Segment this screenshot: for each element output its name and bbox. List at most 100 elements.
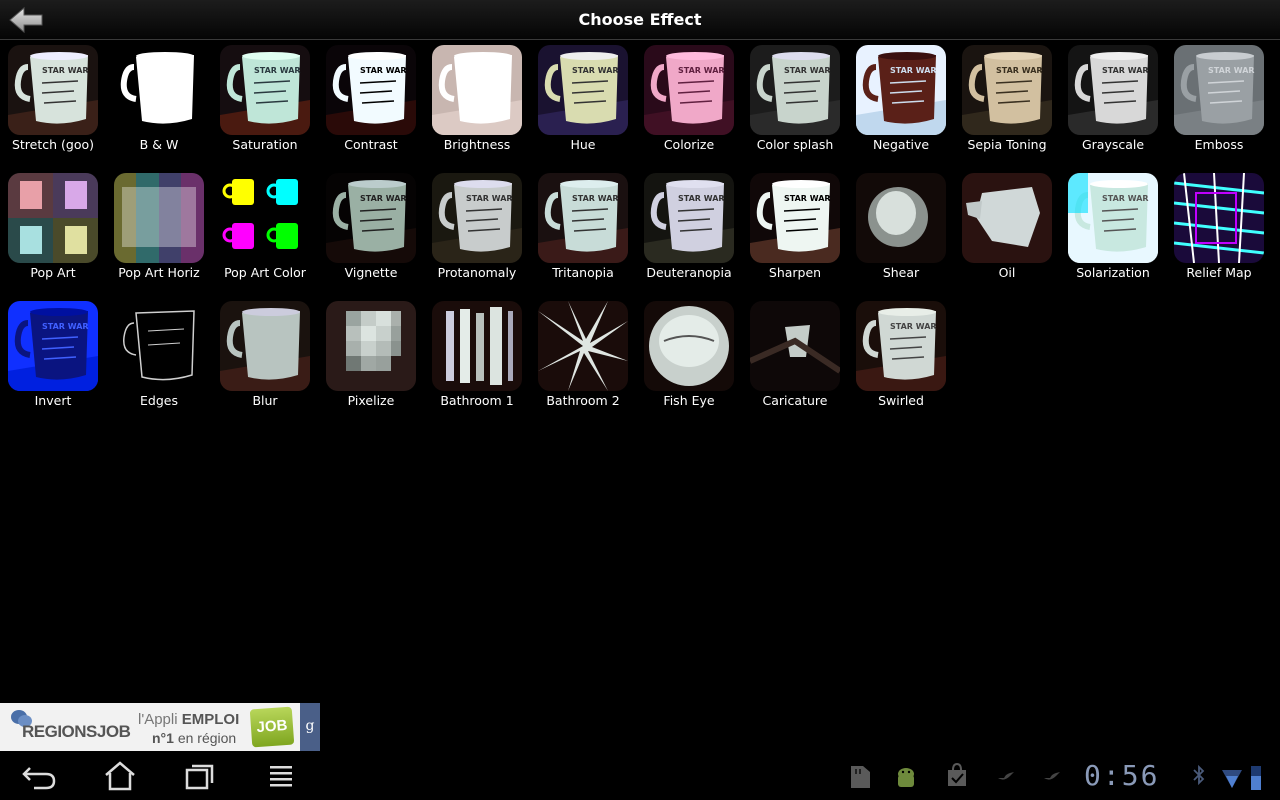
effect-thumbnail: STAR WAR [750,173,840,263]
nav-menu-button[interactable] [262,760,302,792]
effect-label: Emboss [1194,137,1244,152]
svg-text:STAR WAR: STAR WAR [1102,194,1149,203]
effect-tile[interactable]: STAR WAR Vignette [326,173,416,280]
ad-job-badge: JOB [249,706,295,748]
effect-tile[interactable]: STAR WAR Color splash [750,45,840,152]
effect-label: Relief Map [1186,265,1252,280]
effect-thumbnail [644,301,734,391]
effect-thumbnail [114,173,204,263]
effect-tile[interactable]: Edges [114,301,204,408]
effect-thumbnail: STAR WAR [432,173,522,263]
effect-tile[interactable]: STAR WAR Invert [8,301,98,408]
effect-thumbnail [538,301,628,391]
effect-tile[interactable]: STAR WAR Swirled [856,301,946,408]
effect-tile[interactable]: STAR WAR Solarization [1068,173,1158,280]
effect-tile[interactable]: Pop Art Color [220,173,310,280]
page-title: Choose Effect [578,10,702,29]
effect-tile[interactable]: Relief Map [1174,173,1264,280]
svg-text:STAR WAR: STAR WAR [572,194,619,203]
svg-text:STAR WAR: STAR WAR [360,194,407,203]
effect-thumbnail [114,45,204,135]
ad-banner[interactable]: REGIONSJOB l'Appli EMPLOI n°1 en région … [0,703,320,751]
home-icon [105,761,135,791]
effect-thumbnail [432,301,522,391]
effect-thumbnail: STAR WAR [750,45,840,135]
effect-thumbnail [8,173,98,263]
effect-thumbnail: STAR WAR [644,173,734,263]
effect-tile[interactable]: Brightness [432,45,522,152]
svg-text:STAR WAR: STAR WAR [466,194,513,203]
twitter-icon [1044,772,1060,780]
effect-thumbnail: STAR WAR [326,45,416,135]
effect-tile[interactable]: STAR WAR Hue [538,45,628,152]
effect-tile[interactable]: B & W [114,45,204,152]
shopping-bag-icon [948,762,966,786]
svg-text:STAR WAR: STAR WAR [784,66,831,75]
bluetooth-icon [1193,764,1205,786]
effect-tile[interactable]: STAR WAR Grayscale [1068,45,1158,152]
effect-tile[interactable]: Pop Art Horiz [114,173,204,280]
effect-tile[interactable]: Fish Eye [644,301,734,408]
effect-tile[interactable]: STAR WAR Sepia Toning [962,45,1052,152]
ad-headline: l'Appli EMPLOI [138,711,240,728]
svg-text:STAR WAR: STAR WAR [890,322,937,331]
effect-tile[interactable]: Blur [220,301,310,408]
effect-tile[interactable]: STAR WAR Sharpen [750,173,840,280]
effect-tile[interactable]: STAR WAR Negative [856,45,946,152]
effect-thumbnail: STAR WAR [8,45,98,135]
effect-tile[interactable]: Oil [962,173,1052,280]
wifi-icon [1222,770,1242,788]
nav-back-button[interactable] [20,760,60,792]
svg-text:STAR WAR: STAR WAR [1208,66,1255,75]
effect-thumbnail [220,301,310,391]
ad-g-tab[interactable]: g [300,703,320,751]
effect-thumbnail: STAR WAR [538,173,628,263]
effect-tile[interactable]: STAR WAR Emboss [1174,45,1264,152]
effect-tile[interactable]: Bathroom 2 [538,301,628,408]
effect-tile[interactable]: STAR WAR Saturation [220,45,310,152]
effect-tile[interactable]: STAR WAR Deuteranopia [644,173,734,280]
effect-thumbnail: STAR WAR [220,45,310,135]
svg-text:STAR WAR: STAR WAR [784,194,831,203]
effect-tile[interactable]: STAR WAR Contrast [326,45,416,152]
effect-tile[interactable]: Caricature [750,301,840,408]
effect-tile[interactable]: STAR WAR Protanomaly [432,173,522,280]
nav-home-button[interactable] [100,760,140,792]
back-icon [22,767,56,790]
effect-tile[interactable]: Pixelize [326,301,416,408]
effect-thumbnail [962,173,1052,263]
svg-text:STAR WAR: STAR WAR [890,66,937,75]
effect-thumbnail: STAR WAR [1068,45,1158,135]
svg-text:STAR WAR: STAR WAR [42,66,89,75]
android-debug-icon [898,768,914,787]
svg-text:STAR WAR: STAR WAR [42,322,89,331]
effect-thumbnail: STAR WAR [856,301,946,391]
effect-tile[interactable]: STAR WAR Stretch (goo) [8,45,98,152]
effect-thumbnail: STAR WAR [326,173,416,263]
status-clock: 0:56 [1084,759,1160,792]
effect-thumbnail [114,301,204,391]
svg-text:STAR WAR: STAR WAR [1102,66,1149,75]
effect-thumbnail [856,173,946,263]
effect-tile[interactable]: Bathroom 1 [432,301,522,408]
svg-text:STAR WAR: STAR WAR [678,194,725,203]
recent-apps-icon [185,764,214,790]
effect-label: Swirled [878,393,924,408]
effect-thumbnail [220,173,310,263]
effect-thumbnail: STAR WAR [1174,45,1264,135]
effect-thumbnail: STAR WAR [644,45,734,135]
effect-tile[interactable]: STAR WAR Colorize [644,45,734,152]
effect-tile[interactable]: Pop Art [8,173,98,280]
effect-tile[interactable]: Shear [856,173,946,280]
svg-text:STAR WAR: STAR WAR [572,66,619,75]
effect-tile[interactable]: STAR WAR Tritanopia [538,173,628,280]
ad-brand-logo: REGIONSJOB [22,722,131,741]
menu-icon [270,766,292,787]
sd-card-icon [851,766,870,788]
effect-thumbnail: STAR WAR [8,301,98,391]
svg-text:STAR WAR: STAR WAR [254,66,301,75]
nav-recent-button[interactable] [180,760,220,792]
svg-text:STAR WAR: STAR WAR [996,66,1043,75]
effect-thumbnail: STAR WAR [856,45,946,135]
battery-icon [1251,766,1261,790]
